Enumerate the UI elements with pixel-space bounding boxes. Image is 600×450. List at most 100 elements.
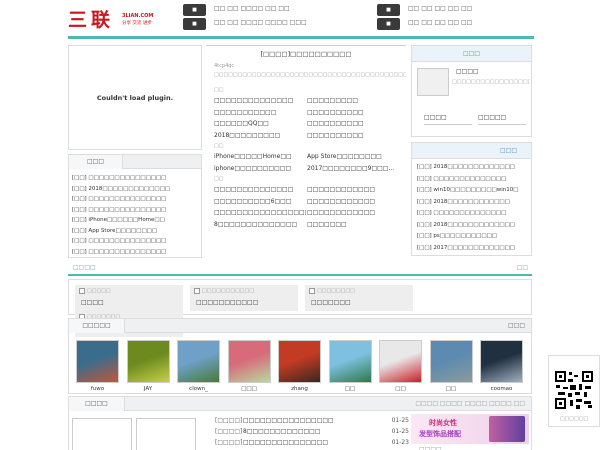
gallery-item[interactable]: clown_ xyxy=(177,340,220,392)
right-top-btn2[interactable]: □□□□□ xyxy=(478,114,526,125)
gallery-thumbnail[interactable] xyxy=(227,340,271,383)
news-link[interactable]: □□□□□□□□□□□□□□□ xyxy=(243,437,373,448)
nav-icon-right-1[interactable]: ■ xyxy=(377,4,400,16)
gallery-item[interactable]: coomao xyxy=(480,340,523,392)
banner-card[interactable]: □□□□□□□□ □□□□□□□ xyxy=(305,285,413,311)
list-item[interactable]: [□□] 2018□□□□□□□□□□□□□ xyxy=(72,184,201,195)
list-item[interactable]: [□□] □□□□□□□□□□□□□□□ xyxy=(72,205,201,216)
nav-row2-right[interactable]: □□ □□ □□ □□ □□ xyxy=(408,19,472,26)
right-top-btn1[interactable]: □□□□ xyxy=(424,114,472,125)
gallery-thumbnail[interactable] xyxy=(379,340,422,383)
gallery-item[interactable]: fuwo xyxy=(76,340,119,392)
news-link[interactable]: App Store□□□□□□□□ xyxy=(307,151,405,163)
gallery-thumbnail[interactable] xyxy=(177,340,220,383)
right-list-header: □□□ xyxy=(412,143,531,159)
gallery-caption[interactable]: JAY xyxy=(127,386,170,392)
nav-row1-left[interactable]: □□ □□ □□□□ □□ □□ xyxy=(214,5,290,12)
gallery-caption[interactable]: zhang xyxy=(278,386,321,392)
news-link[interactable]: iphone□□□□□□□□□□ xyxy=(214,163,306,175)
news-tag[interactable]: [□□□□] xyxy=(215,426,242,437)
news-link[interactable]: □□□□□□□□□□□□□□□□□... xyxy=(214,207,306,219)
news-link[interactable]: □□□□□□□□□□□□ xyxy=(307,207,405,219)
gallery-item[interactable]: □□ xyxy=(328,340,372,392)
banner-card[interactable]: □□□□□ □□□□ xyxy=(75,285,183,311)
nav-icon-right-2[interactable]: ■ xyxy=(377,18,400,30)
gallery-caption[interactable]: fuwo xyxy=(76,386,119,392)
news-tag[interactable]: [□□□□] xyxy=(215,437,242,448)
news-link[interactable]: □□□□□□□□□□ xyxy=(307,107,405,119)
news-link[interactable]: 2018□□□□□□□□□ xyxy=(214,130,306,142)
list-item[interactable]: [□□] ps□□□□□□□□□□□ xyxy=(417,231,531,243)
gallery-item[interactable]: □□□ xyxy=(227,340,271,392)
news-link[interactable]: □□□□□□□□□□ xyxy=(307,130,405,142)
ad-more[interactable]: □□□□ xyxy=(419,446,442,450)
banner-card[interactable]: □□□□□□□□□□□ □□□□□□□□□□□ xyxy=(190,285,298,311)
headline-title[interactable]: [□□□□]□□□□□□□□□□ xyxy=(206,50,406,58)
gallery-item[interactable]: zhang xyxy=(278,340,321,392)
news-row: 2018□□□□□□□□□ □□□□□□□□□□ xyxy=(214,130,406,142)
news-link[interactable]: □□□□□□□□□□□□ xyxy=(307,196,405,208)
banner-more[interactable]: □□ xyxy=(517,264,532,271)
news-link[interactable]: □□□□□□□□□□ xyxy=(307,118,405,130)
nav-icon-left-1[interactable]: ■ xyxy=(183,4,206,16)
news-link[interactable]: □□□□□□□□□□□□□□ xyxy=(214,184,306,196)
bottom-links[interactable]: □□□□ □□□□ □□□□ □□□□ □□ xyxy=(415,397,531,411)
list-item[interactable]: [□□] □□□□□□□□□□□□□□□ xyxy=(72,247,201,258)
news-link[interactable]: iPhone□□□□□Home□□ xyxy=(214,151,306,163)
list-item[interactable]: [□□] □□□□□□□□□□□□□□ xyxy=(417,174,531,186)
left-list-header: □□□ xyxy=(69,155,201,169)
news-link[interactable]: □□□□□□□□□□□□ xyxy=(307,184,405,196)
gallery-thumbnail[interactable] xyxy=(126,340,170,383)
nav-row2-left[interactable]: □□ □□ □□□□ □□□□ □□□ xyxy=(214,19,307,26)
list-item[interactable]: [□□] 2018□□□□□□□□□□□□□ xyxy=(417,220,531,232)
list-item[interactable]: [□□] 2018□□□□□□□□□□□□□ xyxy=(417,162,531,174)
gallery-caption[interactable]: □□ xyxy=(379,386,422,392)
news-date: 01-25 xyxy=(391,428,409,435)
list-item[interactable]: [□□] □□□□□□□□□□□□□□□ xyxy=(72,194,201,205)
left-list-panel: □□□ [□□] □□□□□□□□□□□□□□□ [□□] 2018□□□□□□□… xyxy=(68,154,202,258)
list-item[interactable]: [□□] iPhone□□□□□□Home□□ xyxy=(72,215,201,226)
gallery-caption[interactable]: □□□ xyxy=(228,386,271,392)
news-link[interactable]: □□□□□□□□□□□□□□ xyxy=(214,95,306,107)
gallery-thumbnail[interactable] xyxy=(278,340,321,383)
gallery-caption[interactable]: clown_ xyxy=(177,386,220,392)
list-item[interactable]: [□□] App Store□□□□□□□□ xyxy=(72,226,201,237)
nav-icon-left-2[interactable]: ■ xyxy=(183,18,206,30)
gallery-caption[interactable]: □□ xyxy=(329,386,372,392)
news-link[interactable]: □□□□□□□ xyxy=(307,219,405,231)
nav-row1-right[interactable]: □□ □□ □□ □□ □□ xyxy=(408,5,472,12)
gallery-item[interactable]: JAY xyxy=(126,340,170,392)
gallery-item[interactable]: □□ xyxy=(429,340,473,392)
list-item[interactable]: [□□] □□□□□□□□□□□□□□ xyxy=(417,208,531,220)
news-tag[interactable]: [□□□□] xyxy=(215,415,242,426)
news-link[interactable]: □□□□□□QQ□□ xyxy=(214,118,306,130)
banner-header: □□□□ □□ xyxy=(68,264,532,276)
news-row: iphone□□□□□□□□□□ 2017□□□□□□□□9□□□... xyxy=(214,163,406,175)
news-link[interactable]: 8□□□□□□□□□□□□□ xyxy=(243,426,373,437)
gallery-thumbnail[interactable] xyxy=(429,340,473,383)
bottom-tab[interactable]: □□□□ xyxy=(69,397,125,411)
gallery-more[interactable]: □□□ xyxy=(508,319,531,333)
logo[interactable]: 三联 3LIAN.COM 分享 交流 进步 xyxy=(68,5,168,31)
news-link[interactable]: 8□□□□□□□□□□□□□□ xyxy=(214,219,306,231)
right-list-title: □□□ xyxy=(499,147,517,154)
news-link[interactable]: □□□□□□□□□□□□□□□□ xyxy=(243,415,373,426)
gallery-title[interactable]: □□□□□ xyxy=(69,319,125,333)
list-item[interactable]: [□□] □□□□□□□□□□□□□□□ xyxy=(72,236,201,247)
news-link[interactable]: □□□□□□□□□ xyxy=(307,95,405,107)
gallery-thumbnail[interactable] xyxy=(328,340,372,383)
bottom-ad[interactable]: 时尚女性 发型饰品搭配 xyxy=(411,414,529,444)
gallery-thumbnail[interactable] xyxy=(480,340,523,383)
news-link[interactable]: □□□□□□□□□□6□□□ xyxy=(214,196,306,208)
gallery-caption[interactable]: coomao xyxy=(480,386,523,392)
news-link[interactable]: □□□□□□□□□□□ xyxy=(214,107,306,119)
list-item[interactable]: [□□] win10□□□□□□□□□win10□ xyxy=(417,185,531,197)
list-item[interactable]: [□□] 2017□□□□□□□□□□□□□ xyxy=(417,243,531,255)
news-link[interactable]: 2017□□□□□□□□9□□□... xyxy=(307,163,405,175)
list-item[interactable]: [□□] □□□□□□□□□□□□□□□ xyxy=(72,173,201,184)
left-list-title[interactable]: □□□ xyxy=(69,155,123,169)
list-item[interactable]: [□□] 2018□□□□□□□□□□□□ xyxy=(417,197,531,209)
gallery-caption[interactable]: □□ xyxy=(430,386,473,392)
gallery-item[interactable]: □□ xyxy=(379,340,422,392)
gallery-thumbnail[interactable] xyxy=(76,340,119,383)
